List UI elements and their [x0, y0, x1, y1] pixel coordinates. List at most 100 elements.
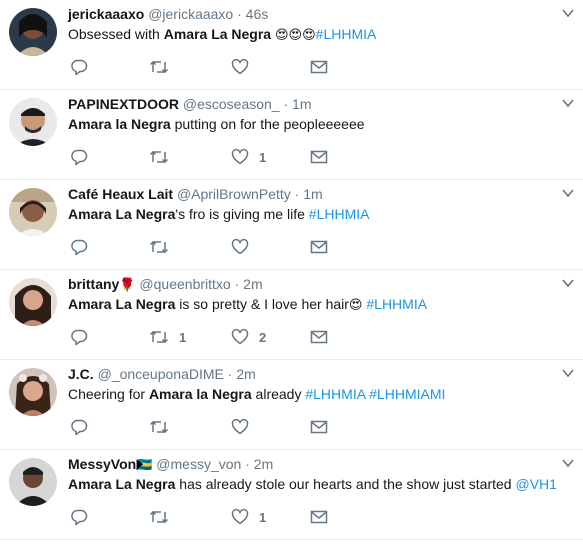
tweet[interactable]: MessyVon🇧🇸 @messy_von · 2m Amara La Negr…	[0, 450, 583, 540]
author-name[interactable]: Café Heaux Lait	[68, 186, 173, 202]
retweet-icon	[149, 60, 169, 74]
like-icon	[231, 148, 249, 165]
tweet-feed: jerickaaaxo @jerickaaaxo · 46s Obsessed …	[0, 0, 583, 546]
tweet-text: Amara la Negra putting on for the people…	[68, 115, 563, 133]
like-button[interactable]	[231, 417, 259, 437]
mention-link[interactable]: @VH1	[515, 476, 556, 492]
hashtag-link[interactable]: #LHHMIA	[362, 296, 427, 312]
direct-message-icon	[310, 330, 328, 344]
direct-message-button[interactable]	[310, 507, 328, 527]
reply-button[interactable]	[70, 57, 98, 77]
mention-bold: Amara la Negra	[68, 116, 171, 132]
like-icon	[231, 58, 249, 75]
text-post: putting on for the peopleeeeee	[170, 116, 365, 132]
tweet[interactable]: Café Heaux Lait @AprilBrownPetty · 1m Am…	[0, 180, 583, 270]
direct-message-button[interactable]	[310, 327, 328, 347]
tweet[interactable]: PAPINEXTDOOR @escoseason_ · 1m Amara la …	[0, 90, 583, 180]
author-name[interactable]: MessyVon	[68, 456, 136, 472]
author-name[interactable]: PAPINEXTDOOR	[68, 96, 179, 112]
tweet[interactable]: jerickaaaxo @jerickaaaxo · 46s Obsessed …	[0, 0, 583, 90]
author-name[interactable]: J.C.	[68, 366, 94, 382]
retweet-button[interactable]	[149, 57, 179, 77]
retweet-icon	[149, 150, 169, 164]
tweet-header: J.C. @_onceuponaDIME · 2m	[68, 365, 543, 383]
tweet-text: Amara La Negra is so pretty & I love her…	[68, 295, 563, 314]
reply-button[interactable]	[70, 417, 98, 437]
caret-down-icon[interactable]	[562, 368, 574, 378]
tweet-actions: 1 2	[68, 327, 368, 347]
emoji: 😍	[348, 297, 363, 312]
separator: ·	[245, 456, 250, 472]
caret-down-icon[interactable]	[562, 458, 574, 468]
separator: ·	[294, 186, 300, 202]
reply-icon	[71, 149, 88, 166]
author-handle[interactable]: @queenbrittxo	[139, 276, 230, 292]
caret-down-icon[interactable]	[562, 188, 574, 198]
tweet[interactable]: brittany🌹 @queenbrittxo · 2m Amara La Ne…	[0, 270, 583, 360]
avatar[interactable]	[9, 368, 57, 416]
direct-message-button[interactable]	[310, 57, 328, 77]
author-handle[interactable]: @messy_von	[156, 456, 241, 472]
timestamp[interactable]: 2m	[254, 456, 273, 472]
reply-icon	[71, 59, 88, 76]
separator: ·	[234, 276, 240, 292]
retweet-button[interactable]: 1	[149, 327, 186, 347]
author-handle[interactable]: @escoseason_	[183, 96, 280, 112]
like-icon	[231, 418, 249, 435]
author-name[interactable]: jerickaaaxo	[68, 6, 144, 22]
reply-button[interactable]	[70, 327, 98, 347]
retweet-button[interactable]	[149, 417, 179, 437]
hashtag-link[interactable]: #LHHMIA #LHHMIAMI	[305, 386, 445, 402]
tweet[interactable]: J.C. @_onceuponaDIME · 2m Cheering for A…	[0, 360, 583, 450]
tweet-text: Cheering for Amara la Negra already #LHH…	[68, 385, 563, 403]
text-post: has already stole our hearts and the sho…	[175, 476, 516, 492]
author-handle[interactable]: @jerickaaaxo	[148, 6, 233, 22]
caret-down-icon[interactable]	[562, 278, 574, 288]
retweet-icon	[149, 330, 169, 344]
avatar[interactable]	[9, 98, 57, 146]
mention-bold: Amara La Negra	[68, 296, 176, 312]
reply-button[interactable]	[70, 507, 98, 527]
like-button[interactable]	[231, 57, 259, 77]
like-icon	[231, 508, 249, 525]
avatar[interactable]	[9, 458, 57, 506]
direct-message-button[interactable]	[310, 237, 328, 257]
tweet-text: Obsessed with Amara La Negra 😍😍😍#LHHMIA	[68, 25, 563, 44]
author-name[interactable]: brittany	[68, 276, 119, 292]
caret-down-icon[interactable]	[562, 8, 574, 18]
timestamp[interactable]: 1m	[292, 96, 311, 112]
avatar[interactable]	[9, 278, 57, 326]
avatar[interactable]	[9, 188, 57, 236]
timestamp[interactable]: 2m	[236, 366, 255, 382]
tweet-actions: 1	[68, 147, 368, 167]
author-handle[interactable]: @_onceuponaDIME	[98, 366, 224, 382]
mention-bold: Amara La Negra	[68, 476, 176, 492]
author-handle[interactable]: @AprilBrownPetty	[177, 186, 291, 202]
tweet-text: Amara La Negra has already stole our hea…	[68, 475, 563, 493]
like-count: 2	[259, 329, 267, 345]
tweet-text: Amara La Negra's fro is giving me life #…	[68, 205, 563, 223]
like-button[interactable]: 1	[231, 507, 266, 527]
hashtag-link[interactable]: #LHHMIA	[309, 206, 370, 222]
text-pre: Cheering for	[68, 386, 149, 402]
like-button[interactable]	[231, 237, 259, 257]
tweet-header: Café Heaux Lait @AprilBrownPetty · 1m	[68, 185, 543, 203]
direct-message-icon	[310, 150, 328, 164]
like-button[interactable]: 1	[231, 147, 266, 167]
reply-button[interactable]	[70, 237, 98, 257]
avatar[interactable]	[9, 8, 57, 56]
retweet-button[interactable]	[149, 147, 179, 167]
direct-message-button[interactable]	[310, 147, 328, 167]
caret-down-icon[interactable]	[562, 98, 574, 108]
like-icon	[231, 238, 249, 255]
hashtag-link[interactable]: #LHHMIA	[316, 26, 377, 42]
like-button[interactable]: 2	[231, 327, 266, 347]
timestamp[interactable]: 46s	[246, 6, 269, 22]
retweet-button[interactable]	[149, 237, 179, 257]
reply-button[interactable]	[70, 147, 98, 167]
timestamp[interactable]: 1m	[303, 186, 322, 202]
retweet-button[interactable]	[149, 507, 179, 527]
timestamp[interactable]: 2m	[243, 276, 262, 292]
direct-message-button[interactable]	[310, 417, 328, 437]
text-post: 's fro is giving me life	[175, 206, 309, 222]
